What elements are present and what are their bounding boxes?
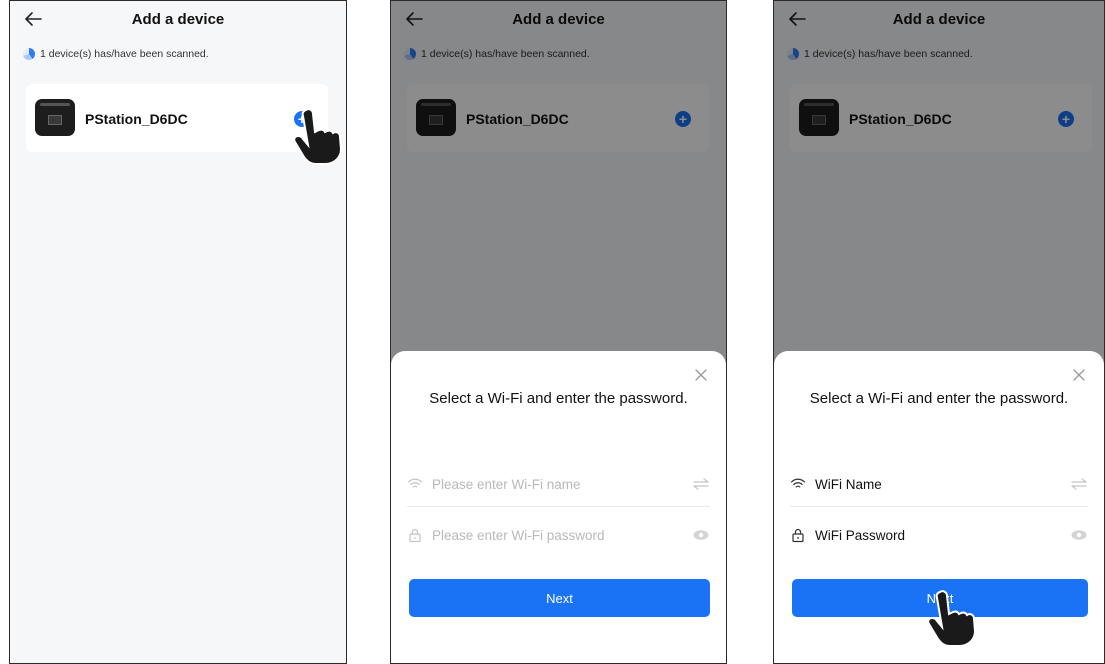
wifi-password-field[interactable]: Please enter Wi-Fi password — [407, 513, 710, 557]
wifi-password-input[interactable]: Please enter Wi-Fi password — [432, 528, 692, 543]
page-title: Add a device — [131, 11, 225, 28]
device-name: PStation_D6DC — [85, 111, 188, 127]
screen-wifi-empty: Add a device 1 device(s) has/have been s… — [390, 0, 727, 664]
sheet-title: Select a Wi-Fi and enter the password. — [429, 390, 688, 407]
add-device-button[interactable]: + — [294, 111, 310, 127]
device-card[interactable]: PStation_D6DC + — [26, 84, 328, 152]
wifi-icon — [407, 478, 423, 488]
screen-device-list: Add a device 1 device(s) has/have been s… — [9, 0, 347, 664]
close-icon[interactable] — [694, 368, 708, 382]
screen-wifi-filled: Add a device 1 device(s) has/have been s… — [773, 0, 1105, 664]
wifi-name-field[interactable]: WiFi Name — [790, 462, 1088, 507]
next-button[interactable]: Next — [792, 579, 1088, 617]
plus-circle-icon: + — [297, 111, 307, 127]
wifi-name-input[interactable]: Please enter Wi-Fi name — [432, 477, 692, 492]
next-button[interactable]: Next — [409, 579, 710, 617]
lock-icon — [409, 528, 421, 543]
close-icon[interactable] — [1072, 368, 1086, 382]
wifi-password-field[interactable]: WiFi Password — [790, 513, 1088, 557]
scan-status-text: 1 device(s) has/have been scanned. — [40, 48, 209, 60]
header: Add a device — [10, 1, 346, 41]
swap-arrows-icon[interactable] — [1070, 476, 1088, 492]
wifi-name-field[interactable]: Please enter Wi-Fi name — [407, 462, 710, 507]
sheet-title: Select a Wi-Fi and enter the password. — [809, 390, 1069, 407]
wifi-bottom-sheet: Select a Wi-Fi and enter the password. W… — [774, 351, 1104, 663]
wifi-bottom-sheet: Select a Wi-Fi and enter the password. P… — [391, 351, 726, 663]
wifi-name-input[interactable]: WiFi Name — [815, 477, 1070, 492]
swap-arrows-icon[interactable] — [692, 476, 710, 492]
eye-icon[interactable] — [1070, 527, 1088, 543]
lock-icon — [792, 528, 804, 543]
wifi-password-input[interactable]: WiFi Password — [815, 528, 1070, 543]
eye-icon[interactable] — [692, 527, 710, 543]
power-station-image — [35, 99, 75, 136]
loading-spinner-icon — [23, 48, 35, 60]
wifi-icon — [790, 478, 806, 488]
scan-status: 1 device(s) has/have been scanned. — [23, 46, 209, 62]
